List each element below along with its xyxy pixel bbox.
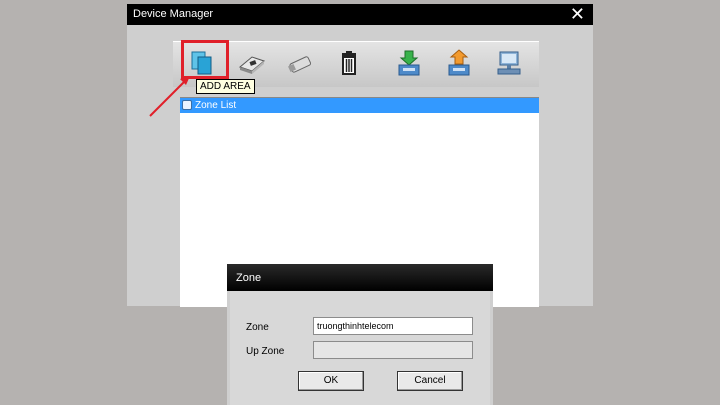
add-device-icon <box>238 56 266 74</box>
dialog-title: Zone <box>236 272 262 284</box>
window-titlebar[interactable]: Device Manager ✕ <box>127 4 593 25</box>
dialog-titlebar[interactable]: Zone <box>227 264 493 291</box>
network-device-button[interactable] <box>494 48 524 78</box>
import-button[interactable] <box>394 48 424 78</box>
close-icon[interactable]: ✕ <box>570 3 585 25</box>
add-device-button[interactable] <box>237 48 267 78</box>
tree-item-zone-list[interactable]: Zone List <box>180 98 539 113</box>
window-title: Device Manager <box>133 8 214 20</box>
zone-dialog: Zone Zone truongthinhtelecom Up Zone OK … <box>227 264 493 405</box>
zone-label: Zone <box>246 322 269 333</box>
network-device-icon <box>497 51 521 75</box>
usb-drive-icon <box>288 56 312 73</box>
dialog-body: Zone truongthinhtelecom Up Zone OK Cance… <box>230 291 490 405</box>
zone-list-icon <box>182 100 192 110</box>
tree-item-label: Zone List <box>195 100 237 111</box>
cancel-button[interactable]: Cancel <box>397 371 463 391</box>
export-icon <box>448 49 470 76</box>
up-zone-label: Up Zone <box>246 346 285 357</box>
export-button[interactable] <box>444 48 474 78</box>
delete-button[interactable] <box>334 48 364 78</box>
add-area-tooltip: ADD AREA <box>196 79 255 94</box>
zone-input[interactable]: truongthinhtelecom <box>313 317 473 335</box>
usb-drive-button[interactable] <box>285 48 315 78</box>
import-icon <box>398 50 420 76</box>
ok-button[interactable]: OK <box>298 371 364 391</box>
add-area-highlight <box>181 40 229 79</box>
up-zone-input[interactable] <box>313 341 473 359</box>
device-manager-window: Device Manager ✕ ADD AREA Zone List <box>127 4 593 307</box>
trash-icon <box>342 51 356 75</box>
